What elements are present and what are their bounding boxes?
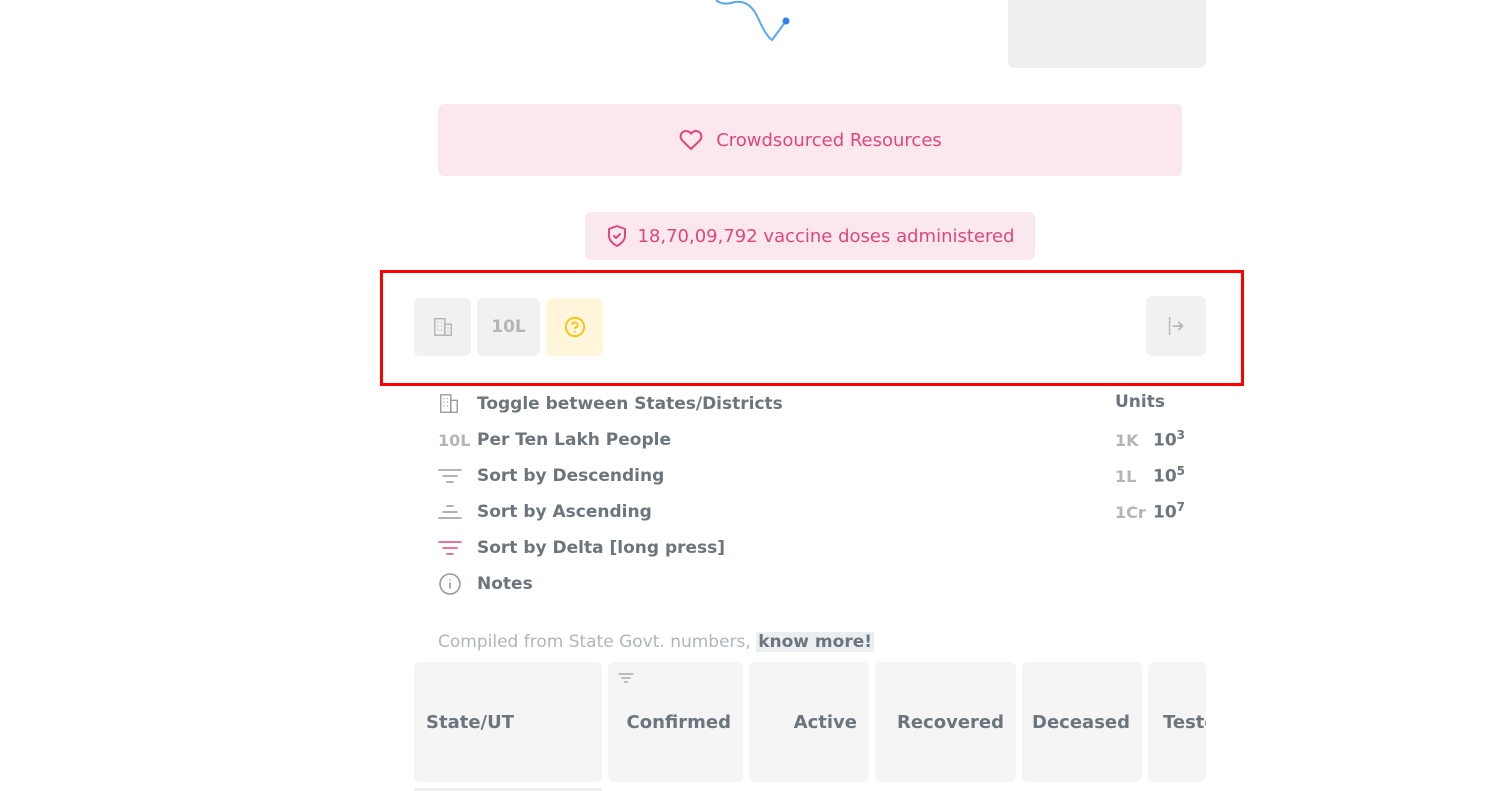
units-title: Units (1115, 392, 1165, 412)
crowdsourced-resources-label: Crowdsourced Resources (716, 129, 942, 151)
legend-label: Per Ten Lakh People (477, 430, 672, 450)
vaccine-doses-badge: 18,70,09,792 vaccine doses administered (585, 212, 1035, 260)
legend-item-sort-delta: Sort by Delta [long press] (438, 536, 725, 560)
help-button[interactable] (546, 298, 603, 356)
legend-label: Toggle between States/Districts (477, 394, 783, 414)
unit-power: 107 (1153, 500, 1186, 523)
shield-check-icon (608, 225, 627, 247)
help-circle-icon (564, 316, 585, 338)
map-placeholder-card (1008, 0, 1206, 68)
toggle-states-districts-button[interactable] (414, 298, 471, 356)
unit-row-thousand: 1K 103 (1115, 428, 1185, 451)
column-header-state[interactable]: State/UT (414, 662, 602, 782)
expand-table-button[interactable] (1146, 296, 1206, 356)
sort-descending-icon (438, 469, 462, 483)
compiled-text: Compiled from State Govt. numbers, (438, 632, 757, 652)
legend-item-sort-asc: Sort by Ascending (438, 500, 652, 524)
per-ten-lakh-badge: 10L (438, 430, 471, 450)
unit-row-lakh: 1L 105 (1115, 464, 1185, 487)
sort-delta-icon (438, 541, 462, 555)
unit-abbr: 1L (1115, 466, 1137, 486)
legend-label: Sort by Descending (477, 466, 665, 486)
per-ten-lakh-label: 10L (491, 317, 526, 337)
unit-row-crore: 1Cr 107 (1115, 500, 1185, 523)
unit-abbr: 1K (1115, 430, 1139, 450)
building-icon (440, 394, 458, 413)
legend-item-per-ten-lakh: 10L Per Ten Lakh People (438, 428, 671, 452)
compiled-note: Compiled from State Govt. numbers, know … (438, 632, 874, 652)
sort-descending-icon (618, 673, 634, 683)
column-header-active[interactable]: Active (749, 662, 869, 782)
info-icon (439, 573, 461, 595)
per-ten-lakh-button[interactable]: 10L (477, 298, 540, 356)
unit-power: 105 (1153, 464, 1186, 487)
column-header-deceased[interactable]: Deceased (1022, 662, 1142, 782)
trend-sparkline (715, 0, 790, 42)
column-header-tested[interactable]: Tested (1148, 662, 1206, 782)
legend-item-toggle: Toggle between States/Districts (438, 392, 783, 416)
legend-item-notes: Notes (438, 572, 533, 596)
legend-item-sort-desc: Sort by Descending (438, 464, 664, 488)
legend-label: Notes (477, 574, 533, 594)
legend-label: Sort by Delta [long press] (477, 538, 726, 558)
heart-icon (679, 130, 703, 150)
crowdsourced-resources-banner[interactable]: Crowdsourced Resources (438, 104, 1182, 176)
know-more-link[interactable]: know more! (756, 632, 874, 652)
vaccine-doses-text: 18,70,09,792 vaccine doses administered (637, 225, 1015, 247)
building-icon (433, 318, 452, 336)
unit-power: 103 (1153, 428, 1186, 451)
unit-abbr: 1Cr (1115, 502, 1146, 522)
arrow-right-from-line-icon (1168, 316, 1184, 336)
legend-label: Sort by Ascending (477, 502, 652, 522)
column-header-recovered[interactable]: Recovered (875, 662, 1016, 782)
sort-ascending-icon (438, 505, 462, 519)
